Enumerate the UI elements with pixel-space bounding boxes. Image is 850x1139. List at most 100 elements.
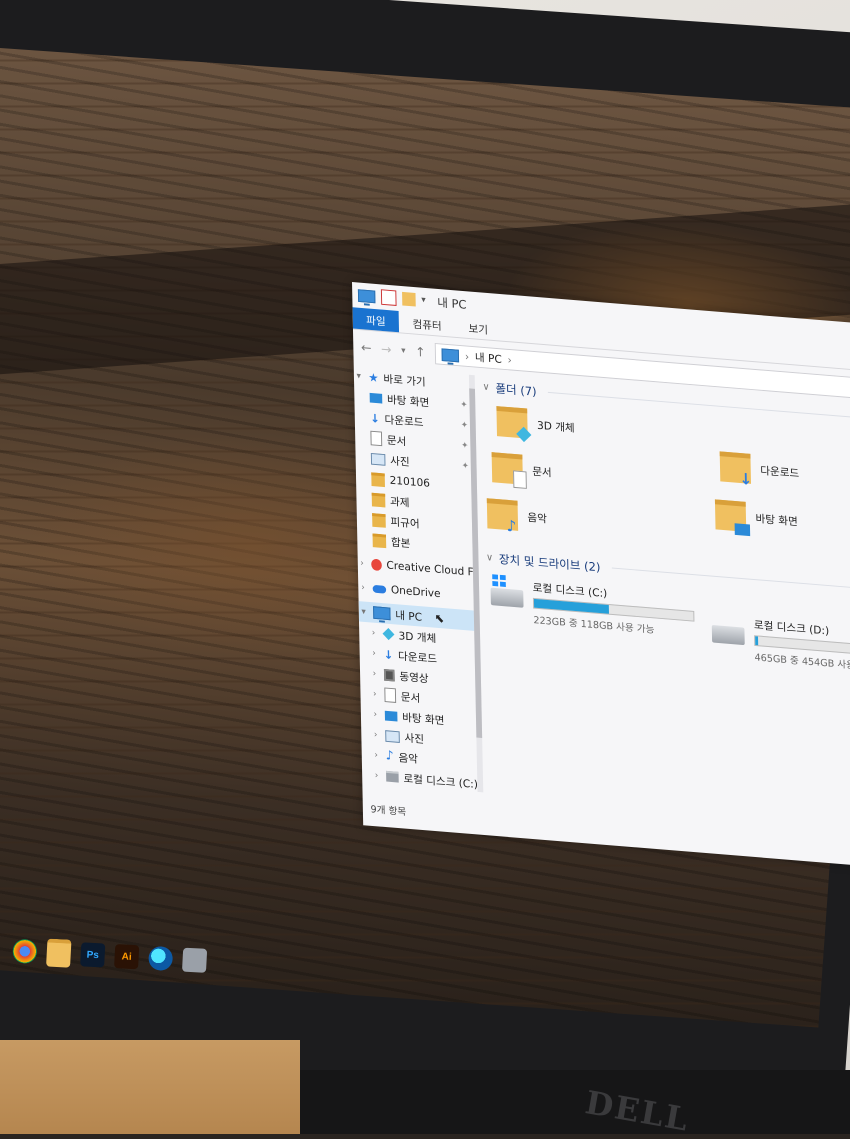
windows-logo-icon xyxy=(492,574,506,587)
window-title: 내 PC xyxy=(437,295,467,312)
pin-icon: ✦ xyxy=(461,460,469,472)
folder-tile-desktop[interactable]: 바탕 화면 xyxy=(714,499,798,537)
folder-icon xyxy=(372,512,386,528)
folder-name: 3D 개체 xyxy=(536,418,575,435)
drive-icon xyxy=(386,770,399,783)
sidebar-item-label: 다운로드 xyxy=(384,412,424,429)
sidebar-item-label: Creative Cloud Fil xyxy=(386,558,479,579)
forward-arrow-icon[interactable]: → xyxy=(381,342,392,357)
collapse-chevron-icon[interactable]: ∨ xyxy=(482,381,489,392)
drive-tile-d[interactable]: 로컬 디스크 (D:) 465GB 중 454GB 사용 xyxy=(711,613,850,677)
pin-icon: ✦ xyxy=(460,399,468,411)
sidebar-item-label: 로컬 디스크 (C:) xyxy=(403,771,479,791)
sidebar-item-label: 3D 개체 xyxy=(398,629,437,645)
chrome-icon[interactable] xyxy=(12,938,38,964)
customize-qa-icon[interactable]: ▾ xyxy=(421,295,426,305)
pictures-icon xyxy=(370,452,386,466)
content-pane: ∨ 폴더 (7) 3D 개체 ↓ 다운로드 문서 바탕 화면 ♪ 음악 ∨ 장치… xyxy=(482,376,850,865)
drive-icon xyxy=(490,574,524,608)
expand-chevron-icon[interactable]: › xyxy=(369,648,379,658)
expand-chevron-icon[interactable]: › xyxy=(371,729,381,740)
group-title: 폴더 (7) xyxy=(495,381,537,399)
drive-info: 로컬 디스크 (C:) 223GB 중 118GB 사용 가능 xyxy=(533,579,695,639)
document-icon xyxy=(384,687,397,703)
up-arrow-icon[interactable]: ↑ xyxy=(415,345,426,360)
navigation-pane: ▾ ★ 바로 가기 바탕 화면 ✦ ↓ 다운로드 ✦ 문서 ✦ 사진 ✦ 210… xyxy=(354,365,484,802)
new-folder-icon[interactable] xyxy=(402,291,416,307)
folder-tile-documents[interactable]: 문서 xyxy=(491,452,552,489)
folder-icon xyxy=(714,499,751,537)
collapse-chevron-icon[interactable]: ▾ xyxy=(359,606,369,617)
music-icon: ♪ xyxy=(385,748,394,764)
folder-tile-downloads[interactable]: ↓ 다운로드 xyxy=(719,451,800,489)
folder-icon xyxy=(491,452,527,489)
expand-chevron-icon[interactable]: › xyxy=(358,582,368,592)
pin-icon: ✦ xyxy=(461,440,469,451)
expand-chevron-icon[interactable]: › xyxy=(369,628,379,638)
sidebar-item-label: 피규어 xyxy=(390,515,420,531)
file-explorer-icon[interactable] xyxy=(46,938,72,968)
drive-usage-fill xyxy=(755,636,759,646)
this-pc-icon xyxy=(441,347,460,362)
sidebar-item-label: 과제 xyxy=(389,494,410,509)
expand-chevron-icon[interactable]: › xyxy=(370,668,380,679)
folder-name: 다운로드 xyxy=(760,463,800,480)
3d-objects-icon xyxy=(516,426,532,443)
folder-icon xyxy=(372,533,387,548)
expand-chevron-icon[interactable]: › xyxy=(371,750,381,760)
sidebar-item-label: 문서 xyxy=(400,690,421,705)
breadcrumb-chevron-icon[interactable]: › xyxy=(507,353,511,366)
3d-objects-icon xyxy=(382,628,395,641)
drive-tile-c[interactable]: 로컬 디스크 (C:) 223GB 중 118GB 사용 가능 xyxy=(490,574,695,639)
expand-chevron-icon[interactable]: ▾ xyxy=(354,371,364,381)
pin-icon: ✦ xyxy=(460,420,469,431)
folder-name: 바탕 화면 xyxy=(755,511,798,528)
status-bar-item-count: 9개 항목 xyxy=(370,804,407,819)
photoshop-icon[interactable]: Ps xyxy=(80,942,106,968)
sidebar-item-label: OneDrive xyxy=(390,583,441,601)
expand-chevron-icon[interactable]: › xyxy=(372,770,382,780)
tab-computer[interactable]: 컴퓨터 xyxy=(399,311,455,337)
folder-name: 문서 xyxy=(532,464,552,479)
sidebar-item-label: 내 PC xyxy=(395,608,423,624)
folder-tile-music[interactable]: ♪ 음악 xyxy=(486,498,548,536)
folder-icon xyxy=(496,406,532,443)
download-icon: ↓ xyxy=(739,469,753,489)
drive-size: 465GB 중 454GB 사용 xyxy=(754,652,850,672)
edge-icon[interactable] xyxy=(148,945,174,972)
breadcrumb-this-pc[interactable]: 내 PC xyxy=(475,349,502,367)
desktop-icon xyxy=(384,710,398,721)
illustrator-icon[interactable]: Ai xyxy=(114,944,140,970)
this-pc-icon xyxy=(373,606,391,621)
sidebar-item-label: 바로 가기 xyxy=(383,372,426,389)
sidebar-item-label: 문서 xyxy=(386,433,407,448)
sidebar-item-label: 바탕 화면 xyxy=(402,710,445,727)
folder-icon xyxy=(371,471,385,487)
folder-icon xyxy=(371,492,386,507)
folder-tile-3d-objects[interactable]: 3D 개체 xyxy=(496,406,575,443)
expand-chevron-icon[interactable]: › xyxy=(370,709,380,719)
drive-info: 로컬 디스크 (D:) 465GB 중 454GB 사용 xyxy=(754,617,850,677)
star-icon: ★ xyxy=(368,369,379,385)
folder-icon: ♪ xyxy=(486,498,519,536)
expand-chevron-icon[interactable]: › xyxy=(358,558,367,568)
app-icon[interactable] xyxy=(181,947,208,973)
video-icon xyxy=(383,668,395,682)
recent-chevron-icon[interactable]: ▾ xyxy=(401,346,406,356)
folder-name: 음악 xyxy=(527,510,548,525)
sidebar-item-label: 다운로드 xyxy=(397,649,438,666)
download-icon: ↓ xyxy=(369,410,380,426)
tab-view[interactable]: 보기 xyxy=(455,316,502,341)
desktop-icon xyxy=(734,523,751,537)
sidebar-item-label: 음악 xyxy=(398,751,419,766)
desktop-icon xyxy=(369,392,383,404)
sidebar-item-label: 동영상 xyxy=(399,669,429,685)
collapse-chevron-icon[interactable]: ∨ xyxy=(486,552,493,563)
expand-chevron-icon[interactable]: › xyxy=(370,689,380,699)
properties-icon[interactable] xyxy=(380,289,397,306)
back-arrow-icon[interactable]: ← xyxy=(361,340,372,355)
tab-file[interactable]: 파일 xyxy=(352,307,400,333)
sidebar-item-label: 210106 xyxy=(389,473,431,490)
download-icon: ↓ xyxy=(383,647,394,662)
onedrive-icon xyxy=(372,584,387,594)
